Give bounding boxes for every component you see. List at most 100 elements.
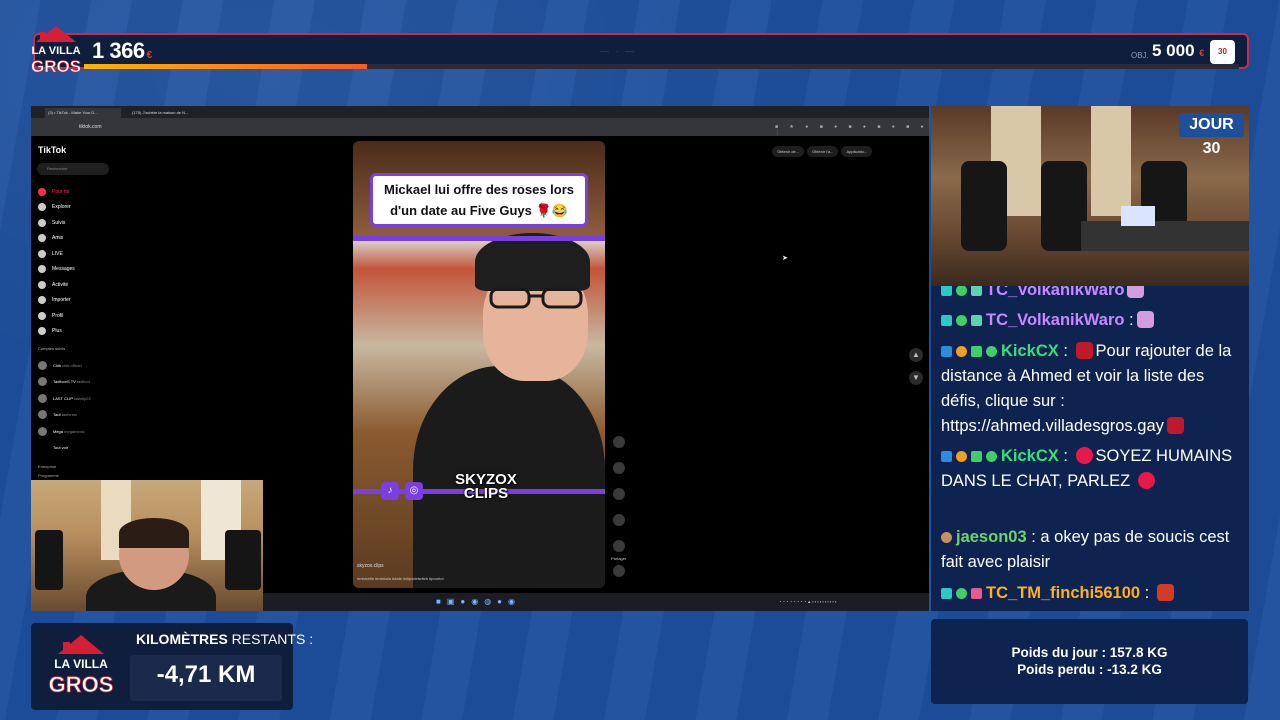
badge-icon: [941, 346, 952, 357]
footer-link[interactable]: Programme: [38, 471, 59, 480]
video-purple-bar: [353, 236, 605, 241]
donation-amount: 1 366 €: [92, 38, 152, 63]
chat-username[interactable]: TC_VolkanikWaro: [986, 311, 1124, 329]
instagram-icon: ◎: [405, 482, 423, 500]
tiktok-nav: Pour toi Explorer Suivis Amis LIVE Messa…: [38, 184, 128, 339]
badge-icon: [956, 315, 967, 326]
avatar: [38, 393, 47, 403]
badge-icon: [956, 286, 967, 296]
desk: [1081, 221, 1249, 251]
chat-message: TC_TM_finchi56100 :: [941, 581, 1241, 606]
get-app-button[interactable]: Applicatio...: [841, 146, 873, 157]
video-username[interactable]: skyzox.clips: [357, 563, 384, 569]
system-tray: ◔ ◔ ◔ ◔ ◔ ◔ ◔ ◔ ▲ ▪ ▪ ▪ ▪ ▪ ▪ ▪ ▪ ▪ ▪: [779, 599, 837, 604]
get-app-button[interactable]: Obtenir de...: [772, 146, 805, 157]
chat-message: jaeson03 : a okey pas de soucis cest fai…: [941, 528, 1230, 571]
monitor: [1121, 206, 1155, 226]
svg-text:LA VILLA: LA VILLA: [54, 657, 108, 671]
tiktok-logo[interactable]: TikTok: [38, 145, 66, 155]
nav-item-plus[interactable]: Plus: [38, 324, 128, 340]
following-icon: [38, 218, 46, 227]
goal-label: OBJ.: [1131, 51, 1149, 60]
chat-username[interactable]: TC_VolkanikWaro: [986, 286, 1124, 299]
see-all-link[interactable]: Tout voir: [38, 440, 128, 457]
svg-text:LA VILLA: LA VILLA: [31, 45, 80, 57]
badge-icon: [971, 451, 982, 462]
la-villa-emote-icon: [1075, 342, 1093, 359]
upload-icon: [38, 296, 46, 305]
chevron-up-icon[interactable]: ▲: [909, 348, 923, 362]
nav-item-suivis[interactable]: Suivis: [38, 215, 128, 231]
video-hashtags[interactable]: #mickelfa #micksfa #date #clipsdetwitch …: [357, 576, 444, 581]
avatar: [941, 532, 952, 543]
comment-icon[interactable]: [613, 488, 625, 500]
nav-item-messages[interactable]: Messages: [38, 262, 128, 278]
chat-username[interactable]: KickCX: [1001, 342, 1059, 360]
browser-toolbar-icons: ■ ★ ● ■ ● ■ ● ■ ● ■ ● ⋮: [775, 124, 929, 136]
share-icon[interactable]: [613, 540, 625, 552]
badge-icon: [971, 588, 982, 599]
badge-icon: [971, 286, 982, 296]
weight-of-day: Poids du jour : 157.8 KG: [1011, 645, 1168, 660]
music-disc-icon[interactable]: [613, 565, 625, 577]
chevron-down-icon[interactable]: ▼: [909, 371, 923, 385]
nav-item-importer[interactable]: Importer: [38, 293, 128, 309]
tiktok-search-input[interactable]: Rechercher: [37, 163, 109, 175]
window: [1091, 106, 1131, 216]
emote-icon: [1127, 286, 1145, 298]
browser-tab[interactable]: (3) • TikTok - Make Your D...: [45, 108, 121, 118]
avatar: [38, 360, 47, 370]
goal-badge: 30: [1210, 40, 1235, 64]
badge-icon: [971, 315, 982, 326]
following-list: Chik chik.officiel TaxfloorS TV taxfloor…: [38, 357, 128, 456]
following-account[interactable]: Tauf taufcrew: [38, 407, 128, 424]
following-account[interactable]: LAST CLIP lastclip22: [38, 390, 128, 407]
nav-item-amis[interactable]: Amis: [38, 231, 128, 247]
activity-icon: [38, 280, 46, 289]
video-social-icons: ♪ ◎: [381, 480, 429, 500]
following-account[interactable]: Méga megamexic: [38, 423, 128, 440]
nav-item-profil[interactable]: Profil: [38, 308, 128, 324]
svg-text:GROS: GROS: [49, 672, 114, 697]
verified-icon: [986, 451, 997, 462]
browser-tabstrip: (3) • TikTok - Make Your D... (175) J'ac…: [31, 106, 929, 118]
browser-tab[interactable]: (175) J'achète la maison de N...: [129, 108, 209, 118]
day-counter: JOUR 30: [1179, 113, 1244, 157]
badge-icon: [971, 346, 982, 357]
chat-username[interactable]: jaeson03: [956, 528, 1027, 546]
donation-progress: [84, 64, 1239, 69]
chat-username[interactable]: TC_TM_finchi56100: [986, 584, 1140, 602]
chair: [35, 530, 63, 590]
chat-username[interactable]: KickCX: [1001, 447, 1059, 465]
taskbar-icons[interactable]: ■▣●◉◍●◉: [436, 597, 521, 606]
kilometres-value: -4,71 KM: [156, 661, 256, 688]
like-icon[interactable]: [613, 462, 625, 474]
compass-icon: [38, 203, 46, 212]
nav-item-pour-toi[interactable]: Pour toi: [38, 184, 128, 200]
avatar: [38, 426, 47, 436]
badge-icon: [941, 588, 952, 599]
chair: [961, 161, 1007, 251]
goal-amount: 5 000 €: [1152, 41, 1205, 60]
following-account[interactable]: TaxfloorS TV taxfloor: [38, 374, 128, 391]
video-nav: ▲ ▼: [909, 348, 923, 394]
following-account[interactable]: Chik chik.officiel: [38, 357, 128, 374]
glasses-icon: [489, 287, 583, 309]
streamer-hair: [119, 518, 189, 548]
bookmark-icon[interactable]: [613, 514, 625, 526]
chat-panel: TC_VolkanikWaro TC_VolkanikWaro : KickCX…: [931, 286, 1249, 611]
nav-item-activite[interactable]: Activité: [38, 277, 128, 293]
avatar: [38, 377, 47, 387]
alert-emote-icon: [1137, 472, 1155, 489]
tiktok-footer: Entreprise Programme: [38, 462, 59, 480]
creator-avatar[interactable]: [613, 436, 625, 448]
video-watermark: SKYZOX CLIPS: [455, 471, 517, 502]
nav-item-explorer[interactable]: Explorer: [38, 200, 128, 216]
la-villa-emote-icon: [1166, 417, 1184, 434]
get-app-button[interactable]: Obtenir l'a...: [807, 146, 839, 157]
nav-item-live[interactable]: LIVE: [38, 246, 128, 262]
share-label: Partager: [611, 556, 627, 561]
verified-icon: [986, 346, 997, 357]
url-field[interactable]: tiktok.com: [79, 122, 719, 132]
footer-link[interactable]: Entreprise: [38, 462, 59, 471]
